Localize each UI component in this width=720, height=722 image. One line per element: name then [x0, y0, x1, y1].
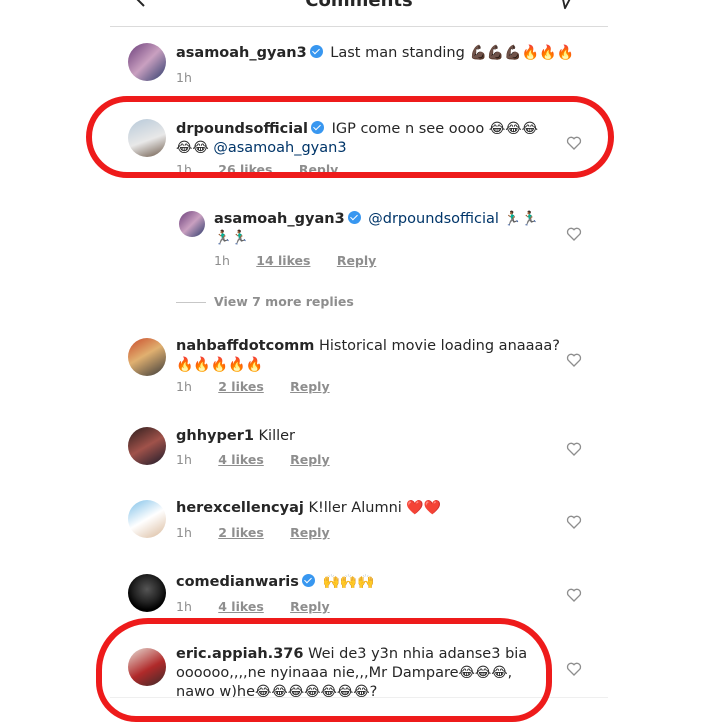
comment-mention[interactable]: @drpoundsofficial	[368, 211, 499, 227]
comment-username[interactable]: asamoah_gyan3	[176, 45, 307, 61]
avatar[interactable]	[128, 574, 166, 612]
heart-icon[interactable]	[566, 226, 582, 242]
comment-emoji-line2: 🔥🔥🔥🔥🔥	[176, 357, 264, 373]
verified-badge-icon	[301, 574, 315, 587]
likes-count[interactable]: 4 likes	[218, 599, 264, 614]
comment-username[interactable]: asamoah_gyan3	[214, 211, 345, 227]
reply-button[interactable]: Reply	[290, 452, 329, 467]
comment-emoji: ❤️❤️	[406, 500, 442, 516]
comment-text: Wei de3 y3n nhia adanse3 bia	[308, 646, 528, 662]
comment-username[interactable]: nahbaffdotcomm	[176, 338, 314, 354]
comment-time: 1h	[176, 599, 192, 614]
comment-username[interactable]: comedianwaris	[176, 574, 299, 590]
comment-meta: 1h 4 likes Reply	[176, 452, 352, 467]
direct-send-icon[interactable]	[554, 0, 576, 10]
comment-text-line2: oooooo,,,,ne nyinaaa nie,,,Mr Dampare	[176, 665, 459, 681]
divider	[110, 697, 608, 698]
likes-count[interactable]: 4 likes	[218, 452, 264, 467]
comment-emoji: 💪🏿💪🏿💪🏿🔥🔥🔥	[469, 45, 575, 61]
comment-text: Last man standing	[330, 45, 465, 61]
comments-header: Comments	[110, 0, 608, 27]
reply-button[interactable]: Reply	[290, 525, 329, 540]
reply-button[interactable]: Reply	[299, 162, 338, 177]
comment-username[interactable]: eric.appiah.376	[176, 646, 303, 662]
reply-button[interactable]: Reply	[290, 379, 329, 394]
avatar[interactable]	[128, 43, 166, 81]
page-title: Comments	[305, 0, 413, 11]
comment-time: 1h	[176, 379, 192, 394]
avatar[interactable]	[128, 338, 166, 376]
comment-text: K!ller Alumni	[308, 500, 402, 516]
comment-emoji: 🏃🏾‍♂️🏃🏾‍♂️	[503, 211, 539, 227]
heart-icon[interactable]	[566, 135, 582, 151]
comment-username[interactable]: herexcellencyaj	[176, 500, 304, 516]
avatar[interactable]	[128, 500, 166, 538]
comment-emoji: 🙌🙌🙌	[322, 574, 375, 590]
comment-username[interactable]: drpoundsofficial	[176, 121, 308, 137]
heart-icon[interactable]	[566, 441, 582, 457]
verified-badge-icon	[347, 211, 361, 224]
comment-username[interactable]: ghhyper1	[176, 428, 254, 444]
comment-meta: 1h 2 likes Reply	[176, 525, 352, 540]
comment-text: Killer	[258, 428, 296, 444]
comment-meta: 1h 2 likes Reply	[176, 379, 352, 394]
heart-icon[interactable]	[566, 661, 582, 677]
comment-emoji-line2: 😂😂	[176, 140, 209, 156]
comment-mention[interactable]: @asamoah_gyan3	[213, 140, 346, 156]
comment-emoji-line2: 🏃🏾‍♂️🏃🏾‍♂️	[214, 230, 249, 246]
comment-emoji: 😂😂😂	[488, 121, 538, 137]
comment-text: IGP come n see oooo	[331, 121, 485, 137]
comment-meta: 1h	[176, 70, 214, 85]
reply-button[interactable]: Reply	[337, 253, 376, 268]
comment-meta: 1h 4 likes Reply	[176, 599, 352, 614]
heart-icon[interactable]	[566, 352, 582, 368]
view-more-replies-button[interactable]: View 7 more replies	[176, 294, 354, 309]
comment-meta: 1h 14 likes Reply	[214, 253, 398, 268]
verified-badge-icon	[309, 45, 323, 58]
heart-icon[interactable]	[566, 587, 582, 603]
verified-badge-icon	[310, 121, 324, 134]
avatar[interactable]	[179, 211, 205, 237]
reply-button[interactable]: Reply	[290, 599, 329, 614]
comment-time: 1h	[176, 452, 192, 467]
comment-meta: 1h 26 likes Reply	[176, 162, 360, 177]
comment-time: 1h	[176, 162, 192, 177]
avatar[interactable]	[128, 648, 166, 686]
avatar[interactable]	[128, 427, 166, 465]
view-more-replies-label: View 7 more replies	[214, 294, 354, 309]
likes-count[interactable]: 14 likes	[256, 253, 310, 268]
comment-text: Historical movie loading anaaaa?	[319, 338, 560, 354]
likes-count[interactable]: 2 likes	[218, 379, 264, 394]
avatar[interactable]	[128, 119, 166, 157]
comment-time: 1h	[176, 525, 192, 540]
likes-count[interactable]: 26 likes	[218, 162, 272, 177]
comment-time: 1h	[176, 70, 192, 85]
likes-count[interactable]: 2 likes	[218, 525, 264, 540]
comment-emoji-line2: 😂😂😂,	[458, 665, 513, 681]
divider	[176, 302, 206, 303]
comment-time: 1h	[214, 253, 230, 268]
heart-icon[interactable]	[566, 514, 582, 530]
